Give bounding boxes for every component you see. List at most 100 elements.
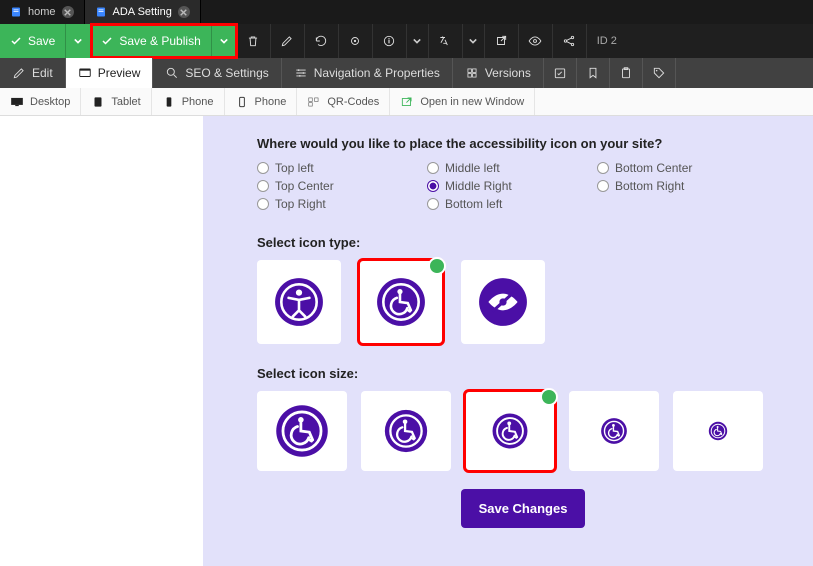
radio-icon	[257, 162, 269, 174]
size-xs[interactable]	[673, 391, 763, 471]
save-publish-dropdown[interactable]	[212, 24, 237, 58]
sectab-label: SEO & Settings	[185, 66, 268, 80]
sectab-nav[interactable]: Navigation & Properties	[282, 58, 453, 88]
versions-icon	[465, 66, 479, 80]
dev-desktop[interactable]: Desktop	[0, 88, 81, 115]
ada-settings-panel: Where would you like to place the access…	[203, 116, 813, 566]
eye-icon	[528, 34, 542, 48]
tablet-icon	[91, 96, 105, 108]
opt-bottom-center[interactable]: Bottom Center	[597, 161, 767, 175]
share-button[interactable]	[553, 24, 587, 58]
icon-size-label: Select icon size:	[257, 366, 789, 381]
opt-bottom-right[interactable]: Bottom Right	[597, 179, 767, 193]
sectab-bookmark[interactable]	[577, 58, 610, 88]
sectab-schedule[interactable]	[544, 58, 577, 88]
desktop-icon	[10, 96, 24, 108]
icon-type-wheelchair[interactable]	[359, 260, 443, 344]
wheelchair-icon	[600, 417, 628, 445]
opt-label: Top Right	[275, 197, 326, 211]
size-s[interactable]	[569, 391, 659, 471]
icon-type-human[interactable]	[257, 260, 341, 344]
doc-icon	[10, 6, 22, 18]
chevron-down-icon	[413, 37, 421, 45]
doc-icon	[95, 6, 107, 18]
dev-phone-2[interactable]: Phone	[225, 88, 298, 115]
external-icon	[494, 34, 508, 48]
size-xl[interactable]	[257, 391, 347, 471]
dev-phone-1[interactable]: Phone	[152, 88, 225, 115]
info-dropdown[interactable]	[407, 24, 429, 58]
dev-tablet[interactable]: Tablet	[81, 88, 151, 115]
opt-middle-left[interactable]: Middle left	[427, 161, 597, 175]
info-button[interactable]	[373, 24, 407, 58]
translate-dropdown[interactable]	[463, 24, 485, 58]
sectab-label: Preview	[98, 66, 141, 80]
icon-size-row	[257, 391, 789, 471]
save-changes-button[interactable]: Save Changes	[461, 489, 586, 528]
save-button[interactable]: Save	[0, 24, 66, 58]
size-l[interactable]	[361, 391, 451, 471]
tab-label: ADA Setting	[113, 6, 172, 18]
radio-icon	[597, 180, 609, 192]
id-display: ID 2	[587, 24, 627, 58]
bookmark-icon	[586, 66, 600, 80]
reload-button[interactable]	[305, 24, 339, 58]
tab-home[interactable]: home	[0, 0, 85, 24]
sectab-notes[interactable]	[610, 58, 643, 88]
opt-top-left[interactable]: Top left	[257, 161, 427, 175]
search-icon	[165, 66, 179, 80]
icon-type-eye[interactable]	[461, 260, 545, 344]
icon-type-row	[257, 260, 789, 344]
sectab-seo[interactable]: SEO & Settings	[153, 58, 281, 88]
wheelchair-icon	[375, 276, 427, 328]
save-publish-button[interactable]: Save & Publish	[91, 24, 211, 58]
opt-middle-right[interactable]: Middle Right	[427, 179, 597, 193]
accessibility-human-icon	[273, 276, 325, 328]
visibility-button[interactable]	[519, 24, 553, 58]
wheelchair-icon	[383, 408, 429, 454]
sectab-label: Versions	[485, 66, 531, 80]
translate-button[interactable]	[429, 24, 463, 58]
chevron-down-icon	[220, 37, 228, 45]
sectab-tag[interactable]	[643, 58, 676, 88]
info-icon	[382, 34, 396, 48]
tab-ada-setting[interactable]: ADA Setting	[85, 0, 201, 24]
delete-button[interactable]	[237, 24, 271, 58]
rename-button[interactable]	[271, 24, 305, 58]
radio-icon	[427, 198, 439, 210]
eye-slash-icon	[477, 276, 529, 328]
dev-open-new[interactable]: Open in new Window	[390, 88, 535, 115]
opt-label: Middle left	[445, 161, 500, 175]
main-toolbar: Save Save & Publish ID 2	[0, 24, 813, 58]
dev-qr[interactable]: QR-Codes	[297, 88, 390, 115]
radio-icon	[427, 180, 439, 192]
wheelchair-icon	[491, 412, 529, 450]
opt-label: Top Center	[275, 179, 334, 193]
opt-label: Bottom Right	[615, 179, 684, 193]
clipboard-icon	[619, 66, 633, 80]
opt-label: Bottom left	[445, 197, 502, 211]
share-icon	[562, 34, 576, 48]
tab-label: home	[28, 6, 56, 18]
target-button[interactable]	[339, 24, 373, 58]
opt-label: Middle Right	[445, 179, 512, 193]
close-icon[interactable]	[178, 6, 190, 18]
calendar-check-icon	[553, 66, 567, 80]
opt-top-center[interactable]: Top Center	[257, 179, 427, 193]
sliders-icon	[294, 66, 308, 80]
opt-label: Bottom Center	[615, 161, 692, 175]
sectab-edit[interactable]: Edit	[0, 58, 66, 88]
chevron-down-icon	[469, 37, 477, 45]
sectab-versions[interactable]: Versions	[453, 58, 544, 88]
external-icon	[400, 96, 414, 108]
open-external-button[interactable]	[485, 24, 519, 58]
sectab-preview[interactable]: Preview	[66, 58, 154, 88]
opt-bottom-left[interactable]: Bottom left	[427, 197, 597, 211]
save-dropdown[interactable]	[66, 24, 91, 58]
close-icon[interactable]	[62, 6, 74, 18]
opt-top-right[interactable]: Top Right	[257, 197, 427, 211]
trash-icon	[246, 34, 260, 48]
pencil-icon	[12, 66, 26, 80]
size-m[interactable]	[465, 391, 555, 471]
placement-options: Top left Middle left Bottom Center Top C…	[257, 161, 789, 211]
